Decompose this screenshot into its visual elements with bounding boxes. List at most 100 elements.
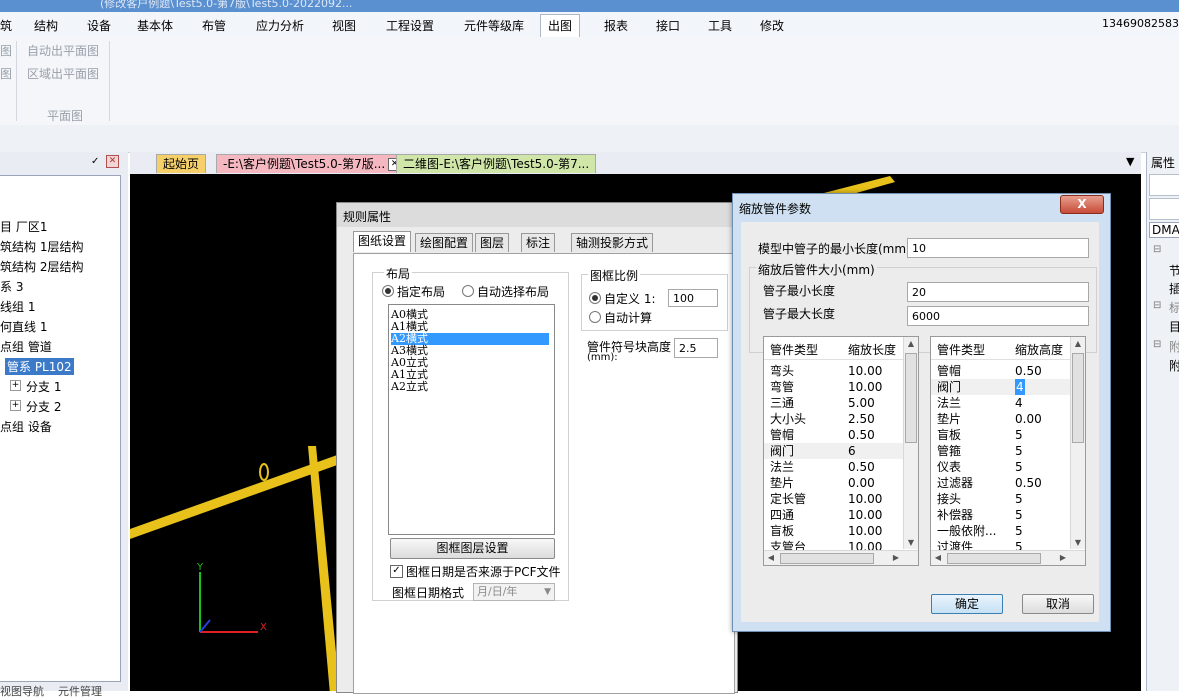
tree-node[interactable]: 筑结构 1层结构 <box>0 238 83 255</box>
vertical-scrollbar[interactable]: ▲ ▼ <box>1070 337 1085 549</box>
expand-icon[interactable]: + <box>10 400 21 411</box>
cancel-button[interactable]: 取消 <box>1022 594 1094 614</box>
scroll-right-icon[interactable]: ▶ <box>890 553 902 562</box>
pipe-min-input[interactable]: 20 <box>907 282 1089 302</box>
radio-custom-scale[interactable] <box>589 292 601 304</box>
tree-node[interactable]: 点组 设备 <box>0 418 52 435</box>
date-from-pcf-checkbox[interactable]: ✓ <box>390 565 403 578</box>
table-cell-value[interactable]: 5 <box>1015 491 1023 507</box>
tree-node[interactable]: 点组 管道 <box>0 338 52 355</box>
menu-item[interactable]: 报表 <box>604 17 628 34</box>
collapse-icon[interactable]: ⊟ <box>1153 244 1161 255</box>
table-cell-value[interactable]: 0.50 <box>848 459 875 475</box>
table-cell-value[interactable]: 6 <box>848 443 856 459</box>
area-plan-button[interactable]: 区域出平面图 <box>27 65 99 82</box>
menu-item[interactable]: 视图 <box>332 17 356 34</box>
table-cell-value[interactable]: 0.50 <box>1015 475 1042 491</box>
scroll-up-icon[interactable]: ▲ <box>905 339 917 348</box>
tree-node[interactable]: 分支 1 <box>26 378 61 395</box>
close-button[interactable]: X <box>1060 195 1104 214</box>
close-icon[interactable]: ✕ <box>106 155 119 168</box>
chevron-down-icon[interactable]: ▼ <box>1126 155 1134 168</box>
tree-node[interactable]: 筑结构 2层结构 <box>0 258 83 275</box>
menu-item[interactable]: 接口 <box>656 17 680 34</box>
length-table[interactable]: 管件类型 缩放长度 弯头 10.00 弯管 10.00 三通 5.00 大小头 2.50 管帽 0.5… <box>763 336 919 566</box>
property-search[interactable] <box>1149 198 1179 220</box>
scroll-left-icon[interactable]: ◀ <box>932 553 944 562</box>
date-format-select[interactable]: 月/日/年 ▼ <box>473 583 555 601</box>
scroll-thumb[interactable] <box>905 353 917 443</box>
symbol-height-input[interactable]: 2.5 <box>674 338 718 358</box>
expand-icon[interactable]: + <box>10 380 21 391</box>
table-cell-value[interactable]: 0.50 <box>1015 363 1042 379</box>
scroll-thumb[interactable] <box>947 553 1041 564</box>
scroll-right-icon[interactable]: ▶ <box>1057 553 1069 562</box>
scroll-thumb[interactable] <box>1072 353 1084 443</box>
menu-item[interactable]: 工程设置 <box>386 17 434 34</box>
table-cell-value[interactable]: 5 <box>1015 459 1023 475</box>
table-cell-value[interactable]: 10.00 <box>848 491 882 507</box>
table-cell-value[interactable]: 4 <box>1015 395 1023 411</box>
tab-layers[interactable]: 图层 <box>475 233 510 252</box>
menu-item[interactable]: 筑 <box>0 17 12 34</box>
min-pipe-input[interactable]: 10 <box>907 238 1089 258</box>
pin-icon[interactable]: ✓ <box>91 156 99 167</box>
tab-model[interactable]: -E:\客户例题\Test5.0-第7版... ✕ <box>216 154 405 173</box>
menu-item[interactable]: 出图 <box>540 14 581 39</box>
menu-item[interactable]: 应力分析 <box>256 17 304 34</box>
tab-drawing[interactable]: 二维图-E:\客户例题\Test5.0-第7... <box>396 154 597 173</box>
table-cell-value[interactable]: 10.00 <box>848 363 882 379</box>
horizontal-scrollbar[interactable]: ◀ ▶ <box>931 550 1085 565</box>
tab-plot-config[interactable]: 绘图配置 <box>415 233 474 252</box>
bottom-tab-nav[interactable]: 视图导航 <box>0 683 44 699</box>
tab-axonometric[interactable]: 轴测投影方式 <box>571 233 654 252</box>
property-combo[interactable] <box>1149 174 1179 196</box>
bottom-tab-components[interactable]: 元件管理 <box>58 683 102 699</box>
scroll-up-icon[interactable]: ▲ <box>1072 339 1084 348</box>
layout-listbox[interactable]: A0横式 A1横式 A2横式 A3横式 A0立式 A1立式 A2立式 <box>388 304 555 535</box>
table-cell-value[interactable]: 10.00 <box>848 507 882 523</box>
scroll-down-icon[interactable]: ▼ <box>1072 538 1084 547</box>
tree-node[interactable]: 分支 2 <box>26 398 61 415</box>
menu-item[interactable]: 工具 <box>708 17 732 34</box>
tab-annotation[interactable]: 标注 <box>521 233 556 252</box>
menu-item[interactable]: 修改 <box>760 17 784 34</box>
scroll-thumb[interactable] <box>780 553 874 564</box>
table-cell-value[interactable]: 0.00 <box>1015 411 1042 427</box>
tree-node[interactable]: 管系 PL102 <box>5 358 74 375</box>
table-cell-value[interactable]: 5 <box>1015 507 1023 523</box>
collapse-icon[interactable]: ⊟ <box>1153 339 1161 350</box>
table-cell-value[interactable]: 5 <box>1015 443 1023 459</box>
table-cell-value[interactable]: 2.50 <box>848 411 875 427</box>
table-cell-value[interactable]: 0.50 <box>848 427 875 443</box>
table-cell-value[interactable]: 10.00 <box>848 523 882 539</box>
pipe-max-input[interactable]: 6000 <box>907 306 1089 326</box>
table-cell-value[interactable]: 10.00 <box>848 379 882 395</box>
radio-auto-scale[interactable] <box>589 311 601 323</box>
table-cell-value[interactable]: 5.00 <box>848 395 875 411</box>
radio-auto-layout[interactable] <box>462 285 474 297</box>
horizontal-scrollbar[interactable]: ◀ ▶ <box>764 550 918 565</box>
frame-layer-settings-button[interactable]: 图框图层设置 <box>390 538 555 559</box>
tree-node[interactable]: 线组 1 <box>0 298 35 315</box>
menu-item[interactable]: 元件等级库 <box>464 17 524 34</box>
ribbon-partial-1[interactable]: 图 <box>0 42 12 59</box>
tab-start-page[interactable]: 起始页 <box>156 154 207 173</box>
menu-item[interactable]: 基本体 <box>137 17 173 34</box>
auto-plan-button[interactable]: 自动出平面图 <box>27 42 99 59</box>
collapse-icon[interactable]: ⊟ <box>1153 300 1161 311</box>
ok-button[interactable]: 确定 <box>931 594 1003 614</box>
tree-node[interactable]: 目 厂区1 <box>0 218 47 235</box>
table-cell-value[interactable]: 4 <box>1015 379 1025 395</box>
menu-item[interactable]: 结构 <box>34 17 58 34</box>
table-cell-value[interactable]: 0.00 <box>848 475 875 491</box>
table-cell-value[interactable]: 5 <box>1015 427 1023 443</box>
vertical-scrollbar[interactable]: ▲ ▼ <box>903 337 918 549</box>
layout-list-item[interactable]: A2立式 <box>391 381 549 393</box>
table-cell-value[interactable]: 5 <box>1015 523 1023 539</box>
scroll-left-icon[interactable]: ◀ <box>765 553 777 562</box>
tree-node[interactable]: 系 3 <box>0 278 23 295</box>
menu-item[interactable]: 布管 <box>202 17 226 34</box>
radio-fixed-layout[interactable] <box>382 285 394 297</box>
tree-node[interactable]: 何直线 1 <box>0 318 47 335</box>
